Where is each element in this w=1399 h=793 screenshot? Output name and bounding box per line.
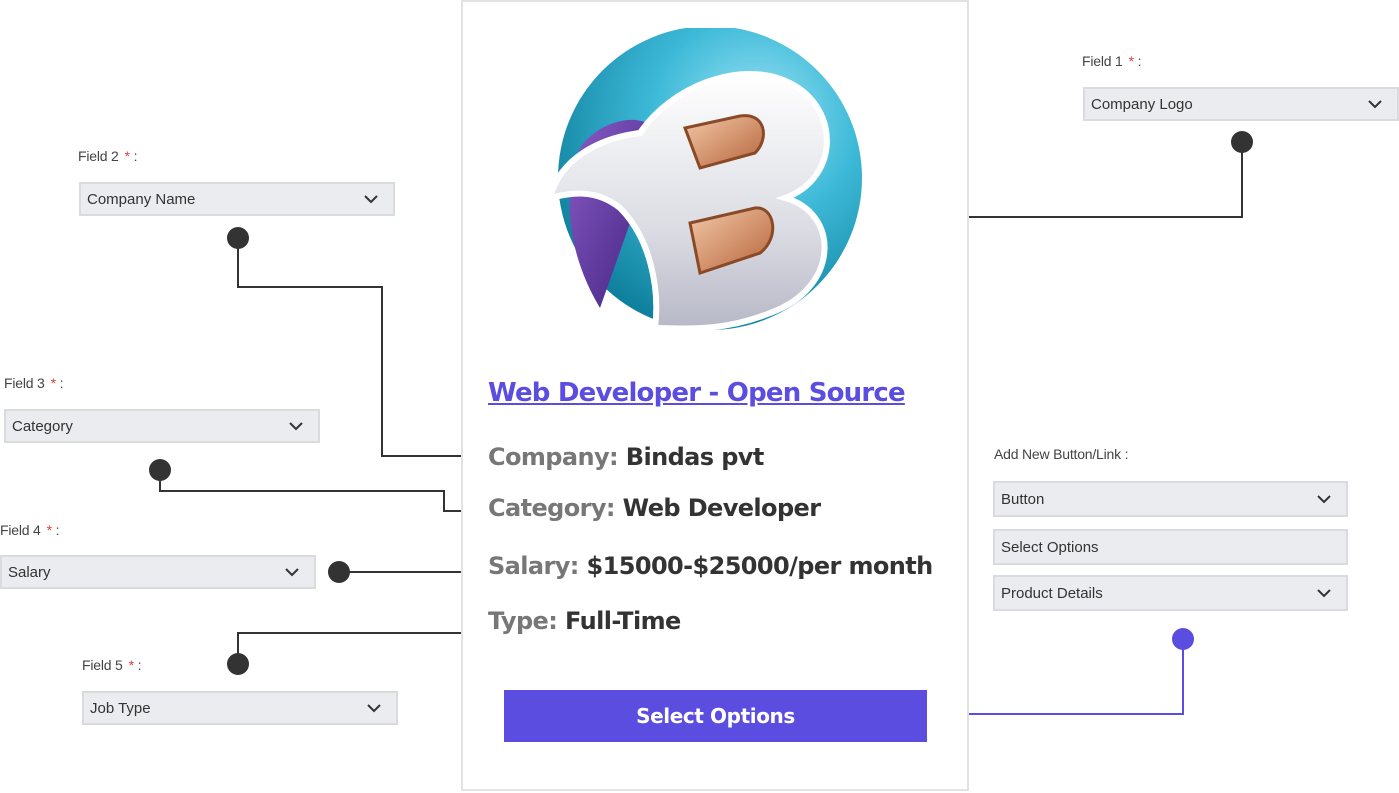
field2-label: Field 2 * : bbox=[78, 148, 137, 164]
chevron-down-icon bbox=[1368, 100, 1382, 109]
button-text-input[interactable]: Select Options bbox=[993, 529, 1348, 565]
category-key: Category: bbox=[488, 494, 616, 522]
salary-value: $15000-$25000/per month bbox=[586, 552, 934, 580]
field3-separator: : bbox=[59, 375, 64, 391]
field1-label-text: Field 1 bbox=[1082, 53, 1123, 69]
connector-dot-field1 bbox=[1231, 131, 1253, 153]
chevron-down-icon bbox=[285, 568, 299, 577]
field5-label-text: Field 5 bbox=[82, 657, 123, 673]
type-key: Type: bbox=[488, 607, 558, 635]
field1-label: Field 1 * : bbox=[1082, 53, 1141, 69]
chevron-down-icon bbox=[367, 704, 381, 713]
field4-select[interactable]: Salary bbox=[0, 555, 316, 589]
chevron-down-icon bbox=[289, 422, 303, 431]
category-value: Web Developer bbox=[622, 494, 821, 522]
chevron-down-icon bbox=[1317, 589, 1331, 598]
field4-select-value: Salary bbox=[8, 563, 51, 581]
field2-separator: : bbox=[133, 148, 138, 164]
field1-select-value: Company Logo bbox=[1091, 95, 1193, 113]
field5-select[interactable]: Job Type bbox=[82, 691, 398, 725]
field1-separator: : bbox=[1137, 53, 1142, 69]
connector-field3 bbox=[159, 470, 486, 512]
field5-select-value: Job Type bbox=[90, 699, 151, 717]
company-key: Company: bbox=[488, 443, 619, 471]
button-text-value: Select Options bbox=[1001, 538, 1099, 556]
field2-select-value: Company Name bbox=[87, 190, 196, 208]
field5-required-mark: * bbox=[128, 657, 134, 673]
field1-select[interactable]: Company Logo bbox=[1083, 87, 1399, 121]
type-line: Type: Full-Time bbox=[488, 607, 681, 635]
field2-label-text: Field 2 bbox=[78, 148, 119, 164]
connector-dot-field2 bbox=[227, 227, 249, 249]
field1-required-mark: * bbox=[1128, 53, 1134, 69]
button-type-select[interactable]: Button bbox=[993, 481, 1348, 517]
company-line: Company: Bindas pvt bbox=[488, 443, 764, 471]
salary-line: Salary: $15000-$25000/per month bbox=[488, 552, 933, 580]
company-logo bbox=[545, 28, 862, 332]
field4-label-text: Field 4 bbox=[0, 522, 41, 538]
field2-required-mark: * bbox=[124, 148, 130, 164]
connector-dot-field4 bbox=[328, 561, 350, 583]
field3-label-text: Field 3 bbox=[4, 375, 45, 391]
chevron-down-icon bbox=[1317, 495, 1331, 504]
field4-separator: : bbox=[55, 522, 60, 538]
salary-key: Salary: bbox=[488, 552, 579, 580]
field3-select[interactable]: Category bbox=[4, 409, 320, 443]
button-type-value: Button bbox=[1001, 490, 1045, 508]
field3-required-mark: * bbox=[50, 375, 56, 391]
company-value: Bindas pvt bbox=[625, 443, 765, 471]
select-options-button[interactable]: Select Options bbox=[504, 690, 927, 742]
add-button-label: Add New Button/Link : bbox=[994, 446, 1129, 462]
button-link-select[interactable]: Product Details bbox=[993, 575, 1348, 611]
chevron-down-icon bbox=[364, 195, 378, 204]
connector-dot-field3 bbox=[149, 459, 171, 481]
field5-label: Field 5 * : bbox=[82, 657, 141, 673]
field4-required-mark: * bbox=[46, 522, 52, 538]
type-value: Full-Time bbox=[565, 607, 681, 635]
job-title-link[interactable]: Web Developer - Open Source bbox=[488, 378, 906, 408]
field3-select-value: Category bbox=[12, 417, 73, 435]
button-link-value: Product Details bbox=[1001, 584, 1103, 602]
connector-dot-field5 bbox=[227, 653, 249, 675]
category-line: Category: Web Developer bbox=[488, 494, 821, 522]
field5-separator: : bbox=[137, 657, 142, 673]
field3-label: Field 3 * : bbox=[4, 375, 63, 391]
connector-field5 bbox=[237, 632, 482, 664]
field2-select[interactable]: Company Name bbox=[79, 182, 395, 216]
field4-label: Field 4 * : bbox=[0, 522, 59, 538]
connector-dot-button bbox=[1172, 628, 1194, 650]
